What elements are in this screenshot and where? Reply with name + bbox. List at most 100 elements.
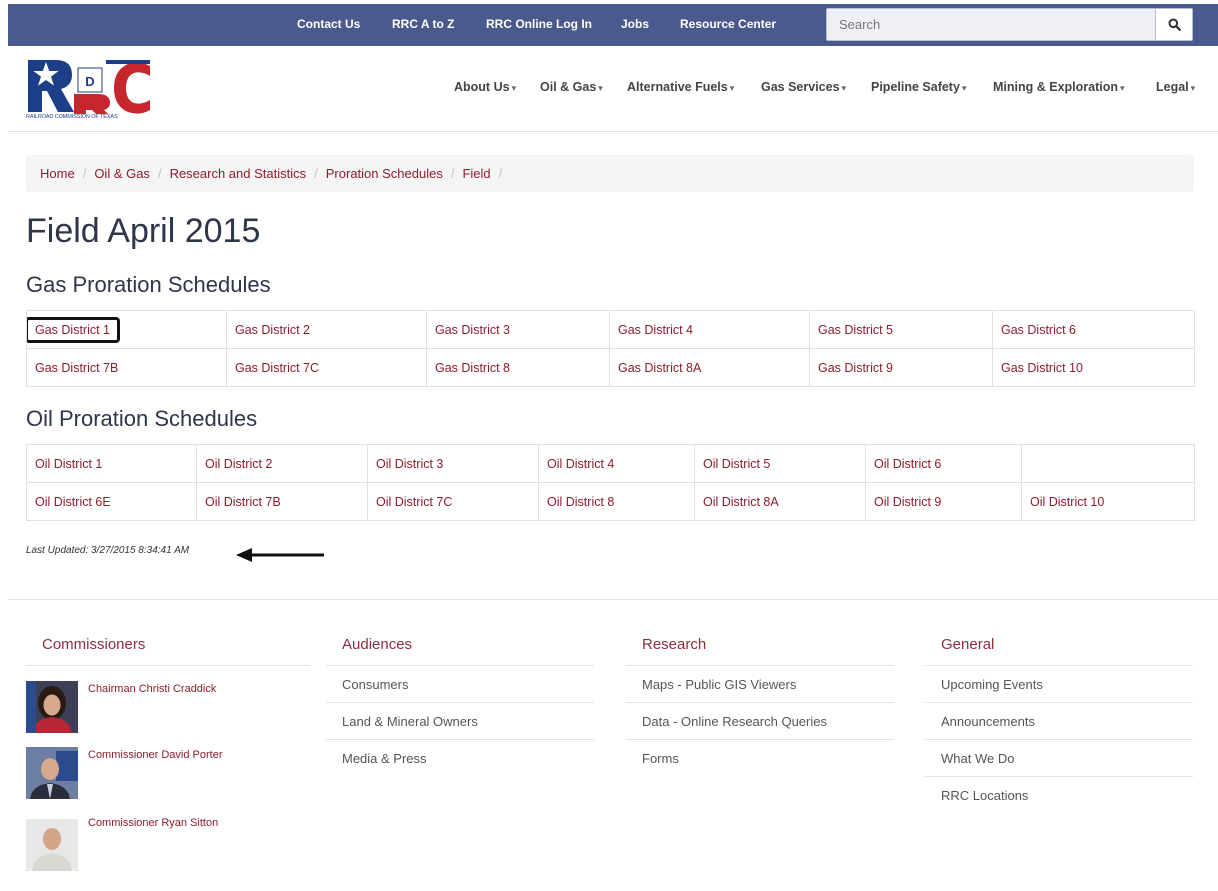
chevron-down-icon: ▾ bbox=[961, 83, 967, 93]
oil-district-link[interactable]: Oil District 10 bbox=[1030, 495, 1104, 509]
nav-oil-gas[interactable]: Oil & Gas ▾ bbox=[540, 80, 603, 94]
footer-audiences: Audiences Consumers Land & Mineral Owner… bbox=[326, 630, 594, 776]
table-cell: Gas District 8A bbox=[609, 348, 810, 387]
chevron-down-icon: ▾ bbox=[841, 83, 847, 93]
footer-heading-general: General bbox=[925, 630, 1193, 666]
chevron-down-icon: ▾ bbox=[598, 83, 603, 93]
nav-label: Pipeline Safety bbox=[871, 80, 960, 94]
gas-district-link[interactable]: Gas District 8A bbox=[618, 361, 701, 375]
chevron-down-icon: ▾ bbox=[511, 83, 517, 93]
oil-district-link[interactable]: Oil District 5 bbox=[703, 457, 770, 471]
commissioner-craddick: Chairman Christi Craddick bbox=[26, 681, 306, 737]
oil-district-link[interactable]: Oil District 1 bbox=[35, 457, 102, 471]
rrc-online-login-link[interactable]: RRC Online Log In bbox=[486, 17, 592, 31]
commissioner-link[interactable]: Commissioner Ryan Sitton bbox=[88, 817, 218, 829]
avatar bbox=[26, 819, 78, 871]
oil-district-link[interactable]: Oil District 8A bbox=[703, 495, 779, 509]
table-cell: Gas District 5 bbox=[809, 310, 993, 349]
gas-district-link-highlighted[interactable]: Gas District 1 bbox=[27, 316, 121, 343]
table-cell: Gas District 2 bbox=[226, 310, 427, 349]
breadcrumb-separator: / bbox=[157, 166, 162, 181]
footer-divider bbox=[8, 599, 1218, 600]
gas-districts-table: Gas District 1 Gas District 2 Gas Distri… bbox=[26, 310, 1195, 387]
footer-link-maps-gis[interactable]: Maps - Public GIS Viewers bbox=[626, 666, 894, 703]
gas-district-link[interactable]: Gas District 8 bbox=[435, 361, 510, 375]
footer-link-what-we-do[interactable]: What We Do bbox=[925, 740, 1193, 777]
breadcrumb-separator: / bbox=[82, 166, 87, 181]
nav-mining-exploration[interactable]: Mining & Exploration ▾ bbox=[993, 80, 1125, 94]
oil-district-link[interactable]: Oil District 7C bbox=[376, 495, 452, 509]
footer-link-consumers[interactable]: Consumers bbox=[326, 666, 594, 703]
table-cell: Gas District 9 bbox=[809, 348, 993, 387]
footer-heading-research: Research bbox=[626, 630, 894, 666]
oil-district-link[interactable]: Oil District 7B bbox=[205, 495, 281, 509]
gas-district-link[interactable]: Gas District 4 bbox=[618, 323, 693, 337]
breadcrumb-home[interactable]: Home bbox=[40, 166, 75, 181]
logo-caption: RAILROAD COMMISSION OF TEXAS bbox=[26, 114, 118, 120]
logo-d-letter: D bbox=[85, 74, 94, 89]
table-cell: Oil District 9 bbox=[865, 482, 1022, 521]
gas-district-link[interactable]: Gas District 7C bbox=[235, 361, 319, 375]
table-row: Gas District 7B Gas District 7C Gas Dist… bbox=[26, 348, 1195, 387]
gas-district-link[interactable]: Gas District 2 bbox=[235, 323, 310, 337]
resource-center-link[interactable]: Resource Center bbox=[680, 17, 776, 31]
oil-district-link[interactable]: Oil District 3 bbox=[376, 457, 443, 471]
footer-heading-commissioners: Commissioners bbox=[26, 630, 310, 666]
footer-link-data-queries[interactable]: Data - Online Research Queries bbox=[626, 703, 894, 740]
rrc-a-to-z-link[interactable]: RRC A to Z bbox=[392, 17, 454, 31]
nav-label: Oil & Gas bbox=[540, 80, 597, 94]
footer-link-announcements[interactable]: Announcements bbox=[925, 703, 1193, 740]
footer-link-upcoming-events[interactable]: Upcoming Events bbox=[925, 666, 1193, 703]
footer-link-rrc-locations[interactable]: RRC Locations bbox=[925, 777, 1193, 813]
nav-pipeline-safety[interactable]: Pipeline Safety ▾ bbox=[871, 80, 966, 94]
table-row: Oil District 1 Oil District 2 Oil Distri… bbox=[26, 444, 1195, 483]
commissioner-sitton: Commissioner Ryan Sitton bbox=[26, 815, 306, 871]
oil-district-link[interactable]: Oil District 6E bbox=[35, 495, 111, 509]
rrc-logo[interactable]: D RAILROAD COMMISSION OF TEXAS bbox=[26, 58, 154, 124]
footer-link-media-press[interactable]: Media & Press bbox=[326, 740, 594, 776]
breadcrumb-research-statistics[interactable]: Research and Statistics bbox=[170, 166, 307, 181]
table-cell: Oil District 1 bbox=[26, 444, 197, 483]
contact-us-link[interactable]: Contact Us bbox=[297, 17, 360, 31]
gas-district-link[interactable]: Gas District 3 bbox=[435, 323, 510, 337]
gas-district-link[interactable]: Gas District 5 bbox=[818, 323, 893, 337]
commissioner-link[interactable]: Chairman Christi Craddick bbox=[88, 683, 216, 695]
nav-gas-services[interactable]: Gas Services ▾ bbox=[761, 80, 846, 94]
table-cell: Oil District 6 bbox=[865, 444, 1022, 483]
oil-districts-table: Oil District 1 Oil District 2 Oil Distri… bbox=[26, 444, 1195, 521]
breadcrumb-field[interactable]: Field bbox=[462, 166, 490, 181]
breadcrumb-proration-schedules[interactable]: Proration Schedules bbox=[326, 166, 443, 181]
search-button[interactable] bbox=[1155, 8, 1193, 41]
avatar bbox=[26, 747, 78, 799]
footer-link-forms[interactable]: Forms bbox=[626, 740, 894, 776]
table-cell: Gas District 7C bbox=[226, 348, 427, 387]
footer-link-land-mineral-owners[interactable]: Land & Mineral Owners bbox=[326, 703, 594, 740]
nav-label: Mining & Exploration bbox=[993, 80, 1118, 94]
jobs-link[interactable]: Jobs bbox=[621, 17, 649, 31]
oil-district-link[interactable]: Oil District 8 bbox=[547, 495, 614, 509]
commissioner-link[interactable]: Commissioner David Porter bbox=[88, 749, 222, 761]
oil-district-link[interactable]: Oil District 4 bbox=[547, 457, 614, 471]
gas-district-link[interactable]: Gas District 6 bbox=[1001, 323, 1076, 337]
nav-about-us[interactable]: About Us ▾ bbox=[454, 80, 516, 94]
gas-district-link[interactable]: Gas District 10 bbox=[1001, 361, 1083, 375]
table-cell: Oil District 3 bbox=[367, 444, 539, 483]
oil-district-link[interactable]: Oil District 6 bbox=[874, 457, 941, 471]
nav-label: About Us bbox=[454, 80, 510, 94]
gas-district-link[interactable]: Gas District 7B bbox=[35, 361, 118, 375]
breadcrumb-oil-gas[interactable]: Oil & Gas bbox=[94, 166, 150, 181]
logo-mark: D bbox=[26, 58, 154, 114]
search-icon bbox=[1168, 18, 1181, 31]
breadcrumb-separator: / bbox=[498, 166, 503, 181]
table-cell: Oil District 10 bbox=[1021, 482, 1195, 521]
table-cell: Gas District 1 bbox=[26, 310, 227, 349]
gas-district-link[interactable]: Gas District 9 bbox=[818, 361, 893, 375]
oil-district-link[interactable]: Oil District 9 bbox=[874, 495, 941, 509]
footer-commissioners: Commissioners bbox=[26, 630, 310, 666]
nav-legal[interactable]: Legal ▾ bbox=[1156, 80, 1195, 94]
nav-alternative-fuels[interactable]: Alternative Fuels ▾ bbox=[627, 80, 734, 94]
search-input[interactable] bbox=[826, 8, 1156, 41]
oil-district-link[interactable]: Oil District 2 bbox=[205, 457, 272, 471]
nav-label: Legal bbox=[1156, 80, 1189, 94]
footer-general: General Upcoming Events Announcements Wh… bbox=[925, 630, 1193, 813]
